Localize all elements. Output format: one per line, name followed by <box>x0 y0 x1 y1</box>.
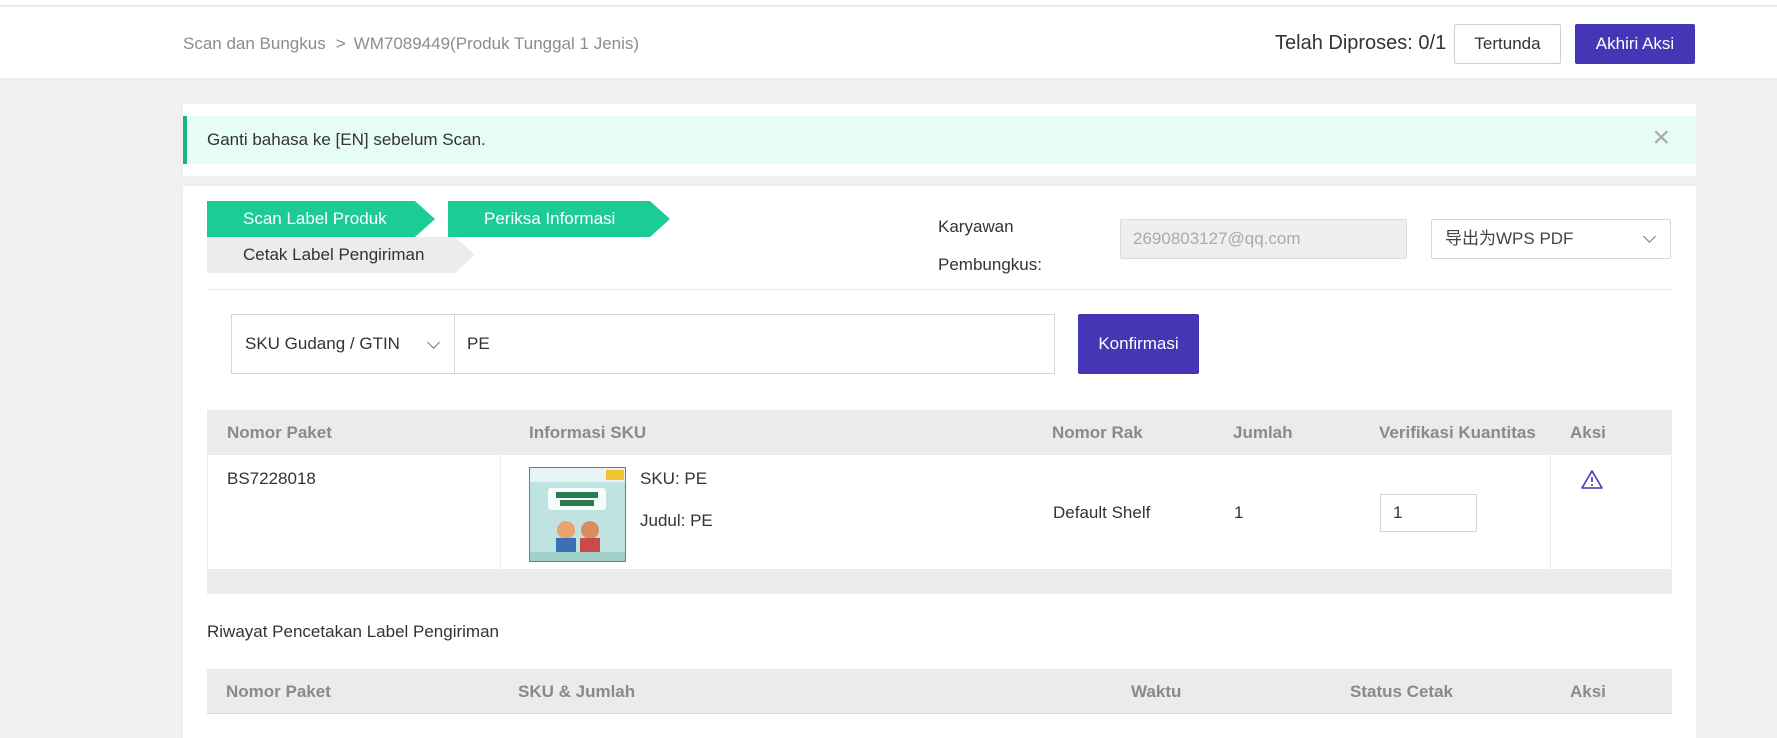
history-table: Nomor Paket SKU & Jumlah Waktu Status Ce… <box>207 669 1672 714</box>
section-gap <box>183 176 1696 186</box>
product-thumbnail <box>529 467 626 562</box>
column-divider <box>1550 455 1551 570</box>
scan-input[interactable] <box>454 314 1055 374</box>
main-panel: Ganti bahasa ke [EN] sebelum Scan. × Sca… <box>183 104 1696 738</box>
col-action: Aksi <box>1570 682 1606 701</box>
step-print-shipping-label: Cetak Label Pengiriman <box>207 237 475 273</box>
book-cover-image <box>530 468 625 561</box>
col-action: Aksi <box>1570 423 1606 442</box>
packer-label-line2: Pembungkus: <box>938 255 1042 274</box>
column-divider <box>500 455 501 570</box>
top-border <box>0 0 1777 6</box>
col-verify-qty: Verifikasi Kuantitas <box>1379 423 1536 442</box>
pending-button[interactable]: Tertunda <box>1454 24 1561 64</box>
col-shelf-no: Nomor Rak <box>1052 423 1143 442</box>
package-table-header: Nomor Paket Informasi SKU Nomor Rak Juml… <box>207 410 1672 455</box>
col-quantity: Jumlah <box>1233 423 1293 442</box>
export-format-value: 导出为WPS PDF <box>1445 229 1574 248</box>
packer-label-line1: Karyawan <box>938 217 1014 236</box>
verify-quantity-input[interactable] <box>1380 494 1477 532</box>
sku-title: Judul: PE <box>640 511 713 530</box>
breadcrumb: Scan dan Bungkus > WM7089449(Produk Tungga… <box>183 34 639 54</box>
confirm-button[interactable]: Konfirmasi <box>1078 314 1199 374</box>
packer-email-field <box>1120 219 1407 259</box>
end-action-button[interactable]: Akhiri Aksi <box>1575 24 1695 64</box>
close-icon[interactable]: × <box>1652 123 1670 153</box>
scan-type-select[interactable]: SKU Gudang / GTIN <box>231 314 455 374</box>
scan-type-value: SKU Gudang / GTIN <box>245 334 400 353</box>
sku-code: SKU: PE <box>640 469 708 488</box>
table-row: BS7228018 SKU: PE Judul: PE Default Shel… <box>207 455 1672 570</box>
language-alert: Ganti bahasa ke [EN] sebelum Scan. × <box>183 116 1696 164</box>
col-package-no: Nomor Paket <box>226 682 331 701</box>
quantity-value: 1 <box>1234 503 1244 522</box>
history-table-header: Nomor Paket SKU & Jumlah Waktu Status Ce… <box>207 669 1672 714</box>
breadcrumb-root[interactable]: Scan dan Bungkus <box>183 34 326 53</box>
breadcrumb-current: WM7089449(Produk Tunggal 1 Jenis) <box>353 34 640 53</box>
step-check-information: Periksa Informasi <box>448 201 670 237</box>
warning-icon[interactable] <box>1581 469 1603 491</box>
col-sku-info: Informasi SKU <box>529 423 647 442</box>
package-number: BS7228018 <box>227 469 316 488</box>
alert-text: Ganti bahasa ke [EN] sebelum Scan. <box>207 130 486 149</box>
divider <box>207 289 1672 290</box>
breadcrumb-separator: > <box>335 34 346 53</box>
history-title: Riwayat Pencetakan Label Pengiriman <box>207 622 500 641</box>
step-scan-product-label: Scan Label Produk <box>207 201 435 237</box>
package-table: Nomor Paket Informasi SKU Nomor Rak Juml… <box>207 410 1672 594</box>
packer-label: Karyawan Pembungkus: <box>938 208 1042 284</box>
col-print-status: Status Cetak <box>1350 682 1453 701</box>
chevron-down-icon <box>1643 230 1656 243</box>
col-sku-quantity: SKU & Jumlah <box>518 682 636 701</box>
table-footer <box>207 570 1672 594</box>
processed-count: Telah Diproses: 0/1 <box>1275 32 1447 54</box>
col-time: Waktu <box>1131 682 1182 701</box>
export-format-select[interactable]: 导出为WPS PDF <box>1431 219 1671 259</box>
shelf-number: Default Shelf <box>1053 503 1151 522</box>
page-header: Scan dan Bungkus > WM7089449(Produk Tungga… <box>0 7 1777 79</box>
col-package-no: Nomor Paket <box>227 423 332 442</box>
chevron-down-icon <box>427 336 440 349</box>
